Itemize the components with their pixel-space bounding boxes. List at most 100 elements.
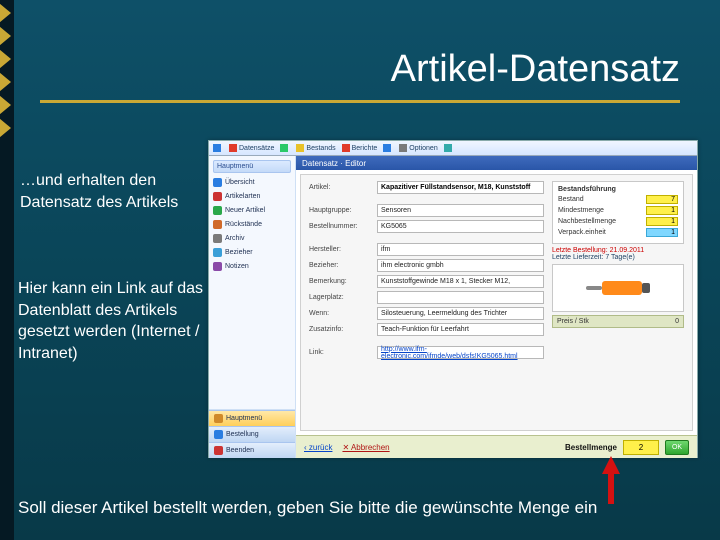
- app-window: Datensätze Bestands Berichte Optionen Ha…: [208, 140, 698, 458]
- label-verpack: Verpack.einheit: [558, 229, 606, 236]
- label-artikel: Artikel:: [309, 184, 373, 191]
- title-underline: [40, 100, 680, 103]
- stock-box: Bestandsführung Bestand 7 Mindestmenge 1 N…: [552, 181, 684, 244]
- page-title: Artikel-Datensatz: [391, 48, 680, 91]
- product-image: [552, 264, 684, 312]
- left-ornament: [0, 0, 14, 540]
- input-artikel[interactable]: Kapazitiver Füllstandsensor, M18, Kunsts…: [377, 181, 544, 194]
- ok-button[interactable]: OK: [665, 440, 689, 455]
- input-hersteller[interactable]: ifm: [377, 243, 544, 256]
- sidebar-item-backorders[interactable]: Rückstände: [213, 220, 291, 229]
- value-verpack[interactable]: 1: [646, 228, 678, 237]
- sidebar-item-notes[interactable]: Notizen: [213, 262, 291, 271]
- toolbar-icon: [399, 144, 407, 152]
- sidebar-button-exit[interactable]: Beenden: [209, 442, 295, 458]
- sidebar-item-archive[interactable]: Archiv: [213, 234, 291, 243]
- stock-box-title: Bestandsführung: [558, 186, 678, 193]
- input-lagerplatz[interactable]: [377, 291, 544, 304]
- qty-label: Bestellmenge: [565, 443, 617, 452]
- editor-footer: ‹ zurück ✕ Abbrechen Bestellmenge 2 OK: [296, 435, 697, 458]
- label-wenn: Wenn:: [309, 310, 373, 317]
- toolbar-item[interactable]: [444, 144, 454, 152]
- editor-panel: Datensatz · Editor Artikel: Kapazitiver F…: [296, 156, 697, 458]
- label-link: Link:: [309, 349, 373, 356]
- caption-link: Hier kann ein Link auf das Datenblatt de…: [18, 278, 208, 364]
- toolbar-item[interactable]: Optionen: [399, 144, 437, 152]
- toolbar-item[interactable]: Datensätze: [229, 144, 274, 152]
- value-mindest[interactable]: 1: [646, 206, 678, 215]
- sidebar-item-label: Übersicht: [225, 179, 255, 186]
- value-nachbest[interactable]: 1: [646, 217, 678, 226]
- label-bestellnr: Bestellnummer:: [309, 223, 373, 230]
- sidebar-button-order[interactable]: Bestellung: [209, 426, 295, 442]
- input-bemerkung[interactable]: Kunststoffgewinde M18 x 1, Stecker M12,: [377, 275, 544, 288]
- toolbar-icon: [229, 144, 237, 152]
- sidebar-item-supplier[interactable]: Bezieher: [213, 248, 291, 257]
- exit-icon: [214, 446, 223, 455]
- archive-icon: [213, 234, 222, 243]
- label-bemerkung: Bemerkung:: [309, 278, 373, 285]
- label-mindest: Mindestmenge: [558, 207, 604, 214]
- red-arrow-icon: [602, 456, 620, 504]
- editor-header: Datensatz · Editor: [296, 156, 697, 170]
- toolbar-item[interactable]: Berichte: [342, 144, 378, 152]
- home-icon: [214, 414, 223, 423]
- toolbar-item[interactable]: [280, 144, 290, 152]
- label-lagerplatz: Lagerplatz:: [309, 294, 373, 301]
- caption-top: …und erhalten den Datensatz des Artikels: [20, 170, 200, 213]
- sidebar-item-label: Artikelarten: [225, 193, 260, 200]
- label-zusatz: Zusatzinfo:: [309, 326, 373, 333]
- back-link[interactable]: ‹ zurück: [304, 443, 332, 452]
- toolbar-icon: [383, 144, 391, 152]
- price-bar: Preis / Stk 0: [552, 315, 684, 328]
- sensor-icon: [586, 281, 650, 295]
- value-bestand[interactable]: 7: [646, 195, 678, 204]
- sidebar-button-main[interactable]: Hauptmenü: [209, 410, 295, 426]
- price-label: Preis / Stk: [557, 318, 589, 325]
- supplier-icon: [213, 248, 222, 257]
- input-hauptgruppe[interactable]: Sensoren: [377, 204, 544, 217]
- slide: Artikel-Datensatz …und erhalten den Date…: [0, 0, 720, 540]
- overview-icon: [213, 178, 222, 187]
- category-icon: [213, 192, 222, 201]
- price-value: 0: [675, 318, 679, 325]
- input-bezieher[interactable]: ihm electronic gmbh: [377, 259, 544, 272]
- sidebar-item-label: Archiv: [225, 235, 244, 242]
- toolbar-icon: [342, 144, 350, 152]
- sidebar-item-label: Rückstände: [225, 221, 262, 228]
- label-nachbest: Nachbestellmenge: [558, 218, 616, 225]
- sidebar-item-artikelarten[interactable]: Artikelarten: [213, 192, 291, 201]
- label-bezieher: Bezieher:: [309, 262, 373, 269]
- qty-input[interactable]: 2: [623, 440, 659, 455]
- editor-title: Datensatz · Editor: [302, 159, 366, 168]
- sidebar-item-overview[interactable]: Übersicht: [213, 178, 291, 187]
- sidebar-item-new-article[interactable]: Neuer Artikel: [213, 206, 291, 215]
- input-zusatz[interactable]: Teach-Funktion für Leerfahrt: [377, 323, 544, 336]
- label-hauptgruppe: Hauptgruppe:: [309, 207, 373, 214]
- notes-icon: [213, 262, 222, 271]
- toolbar-icon: [444, 144, 452, 152]
- sidebar-item-label: Bezieher: [225, 249, 253, 256]
- cart-icon: [214, 430, 223, 439]
- toolbar-icon: [280, 144, 288, 152]
- sidebar-item-label: Neuer Artikel: [225, 207, 265, 214]
- toolbar-item[interactable]: [383, 144, 393, 152]
- sidebar: Hauptmenü Übersicht Artikelarten Neuer A…: [209, 156, 296, 458]
- toolbar-item[interactable]: Bestands: [296, 144, 335, 152]
- main-toolbar: Datensätze Bestands Berichte Optionen: [209, 141, 697, 156]
- input-link[interactable]: http://www.ifm-electronic.com/ifmde/web/…: [377, 346, 544, 359]
- toolbar-icon: [296, 144, 304, 152]
- sidebar-item-label: Notizen: [225, 263, 249, 270]
- add-icon: [213, 206, 222, 215]
- backorder-icon: [213, 220, 222, 229]
- caption-bottom: Soll dieser Artikel bestellt werden, geb…: [18, 498, 702, 518]
- input-bestellnr[interactable]: KG5065: [377, 220, 544, 233]
- last-order-note: Letzte Bestellung: 21.09.2011 Letzte Lie…: [552, 247, 684, 261]
- input-wenn[interactable]: Silosteuerung, Leermeldung des Trichter: [377, 307, 544, 320]
- toolbar-item[interactable]: [213, 144, 223, 152]
- sidebar-title: Hauptmenü: [213, 160, 291, 173]
- cancel-link[interactable]: ✕ Abbrechen: [342, 443, 389, 452]
- label-hersteller: Hersteller:: [309, 246, 373, 253]
- toolbar-icon: [213, 144, 221, 152]
- label-bestand: Bestand: [558, 196, 584, 203]
